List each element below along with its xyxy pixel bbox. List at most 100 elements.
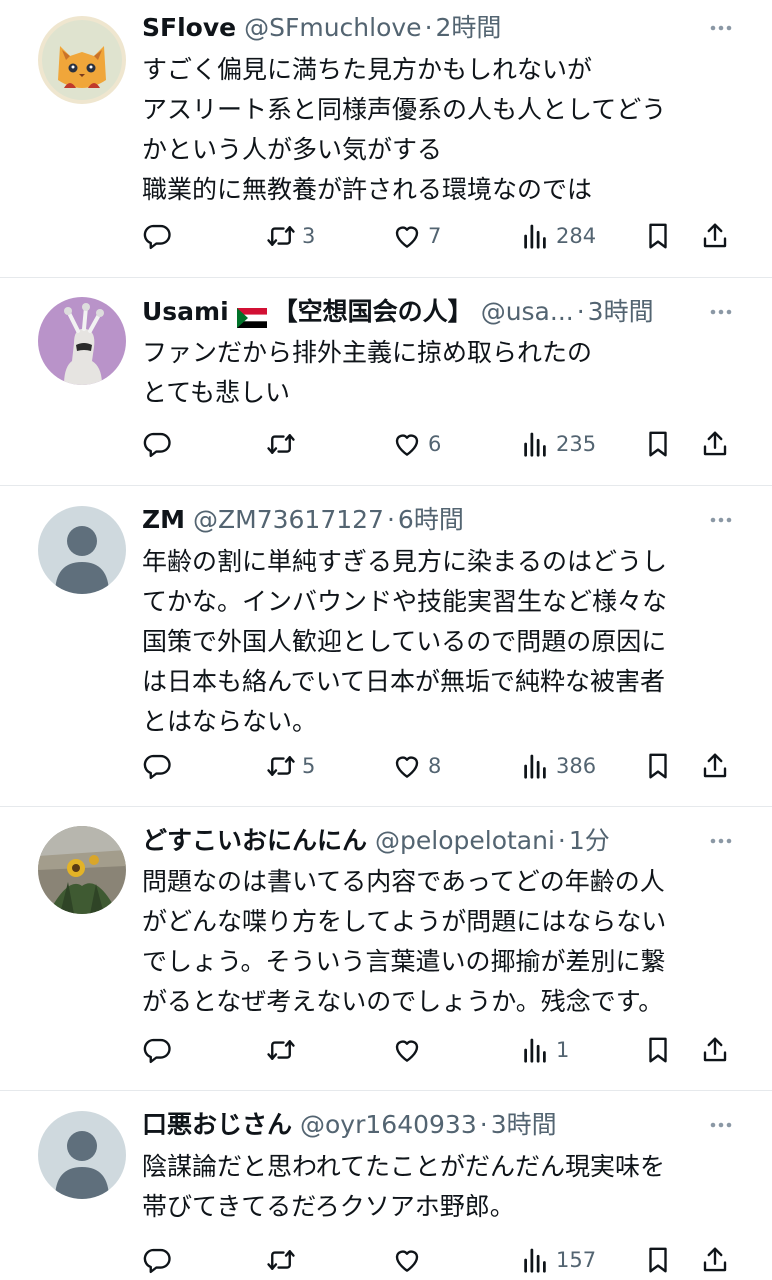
timestamp[interactable]: 1分: [569, 823, 610, 859]
bookmark-button[interactable]: [643, 1030, 673, 1070]
timestamp[interactable]: 3時間: [491, 1107, 557, 1143]
reply-button[interactable]: [142, 1030, 172, 1070]
tweet-actions: 5 8 386: [0, 746, 772, 786]
tweet-text-line: 国策で外国人歓迎としているので問題の原因に: [142, 627, 667, 656]
tweet-text-line: 職業的に無教養が許される環境なのでは: [142, 175, 593, 204]
separator-dot: ·: [576, 297, 585, 326]
more-icon[interactable]: [706, 1110, 736, 1140]
share-button[interactable]: [700, 1240, 730, 1280]
tweet-header: Usami 【空想国会の人】 @usa... · 3時間: [142, 294, 712, 330]
like-button[interactable]: 8: [392, 746, 441, 786]
timestamp[interactable]: 3時間: [588, 294, 654, 330]
views-icon: [520, 751, 550, 781]
display-name[interactable]: どすこいおにんにん: [142, 823, 367, 859]
tweet-text-line: とても悲しい: [142, 378, 291, 407]
user-handle[interactable]: @pelopelotani: [375, 823, 555, 859]
like-button[interactable]: [392, 1030, 428, 1070]
like-icon: [392, 221, 422, 251]
default-avatar[interactable]: [38, 1111, 126, 1199]
display-name[interactable]: 口悪おじさん: [142, 1107, 292, 1143]
like-button[interactable]: 6: [392, 424, 441, 464]
views-button[interactable]: 284: [520, 216, 596, 256]
bookmark-button[interactable]: [643, 216, 673, 256]
views-count: 1: [556, 1038, 570, 1062]
tweet-text-line: でしょう。そういう言葉遣いの揶揄が差別に繋: [142, 947, 666, 976]
bookmark-icon: [643, 221, 673, 251]
share-button[interactable]: [700, 216, 730, 256]
tweet-text: すごく偏見に満ちた見方かもしれないが アスリート系と同様声優系の人も人としてどうか…: [142, 50, 742, 210]
display-name[interactable]: ZM: [142, 502, 185, 538]
like-icon: [392, 1035, 422, 1065]
bookmark-button[interactable]: [643, 746, 673, 786]
retweet-button[interactable]: [266, 1240, 302, 1280]
tweet-text-line: 陰謀論だと思われてたことがだんだん現実味を: [142, 1152, 666, 1181]
share-button[interactable]: [700, 424, 730, 464]
reply-icon: [142, 1245, 172, 1275]
views-count: 157: [556, 1248, 597, 1272]
tweet-text-line: アスリート系と同様声優系の人も人としてどう: [142, 95, 667, 124]
tweet-text-line: 帯びてきてるだろクソアホ野郎。: [142, 1192, 515, 1221]
views-button[interactable]: 157: [520, 1240, 596, 1280]
tweet-divider: [0, 806, 772, 807]
reply-button[interactable]: [142, 746, 172, 786]
bookmark-button[interactable]: [643, 424, 673, 464]
tweet-header: SFlove @SFmuchlove · 2時間: [142, 10, 712, 46]
sunflower-avatar[interactable]: [38, 826, 126, 914]
like-icon: [392, 1245, 422, 1275]
views-button[interactable]: 1: [520, 1030, 569, 1070]
tweet-text-line: かという人が多い気がする: [142, 135, 443, 164]
views-icon: [520, 1035, 550, 1065]
views-button[interactable]: 386: [520, 746, 596, 786]
share-icon: [700, 1245, 730, 1275]
more-icon[interactable]: [706, 505, 736, 535]
bookmark-button[interactable]: [643, 1240, 673, 1280]
tweet-text-line: がどんな喋り方をしてようが問題にはならない: [142, 907, 667, 936]
user-handle[interactable]: @usa...: [481, 294, 574, 330]
user-handle[interactable]: @SFmuchlove: [244, 10, 421, 46]
like-icon: [392, 751, 422, 781]
separator-dot: ·: [479, 1110, 488, 1139]
like-button[interactable]: 7: [392, 216, 441, 256]
default-avatar[interactable]: [38, 506, 126, 594]
reply-button[interactable]: [142, 1240, 172, 1280]
retweet-button[interactable]: [266, 424, 302, 464]
retweet-button[interactable]: 3: [266, 216, 315, 256]
views-button[interactable]: 235: [520, 424, 596, 464]
sculpture-avatar[interactable]: [38, 297, 126, 385]
orange-cat-avatar[interactable]: [38, 16, 126, 104]
bookmark-icon: [643, 1035, 673, 1065]
retweet-button[interactable]: 5: [266, 746, 315, 786]
views-count: 386: [556, 754, 597, 778]
tweet-header: ZM @ZM73617127 · 6時間: [142, 502, 712, 538]
more-icon[interactable]: [706, 297, 736, 327]
bookmark-icon: [643, 1245, 673, 1275]
like-count: 8: [428, 754, 442, 778]
share-button[interactable]: [700, 1030, 730, 1070]
like-button[interactable]: [392, 1240, 428, 1280]
display-name[interactable]: Usami: [142, 294, 229, 330]
retweet-icon: [266, 221, 296, 251]
tweet-text-line: がるとなぜ考えないのでしょうか。残念です。: [142, 987, 664, 1016]
reply-icon: [142, 1035, 172, 1065]
views-count: 235: [556, 432, 597, 456]
display-name-suffix[interactable]: 【空想国会の人】: [273, 294, 473, 330]
tweet-actions: 6 235: [0, 424, 772, 464]
tweet-header: 口悪おじさん @oyr1640933 · 3時間: [142, 1107, 712, 1143]
retweet-button[interactable]: [266, 1030, 302, 1070]
reply-icon: [142, 429, 172, 459]
user-handle[interactable]: @ZM73617127: [193, 502, 384, 538]
bookmark-icon: [643, 751, 673, 781]
tweet-text-line: ファンだから排外主義に掠め取られたの: [142, 338, 593, 367]
separator-dot: ·: [557, 826, 566, 855]
share-button[interactable]: [700, 746, 730, 786]
tweet-text: 年齢の割に単純すぎる見方に染まるのはどうし てかな。インバウンドや技能実習生など様…: [142, 542, 742, 742]
tweet-text: ファンだから排外主義に掠め取られたの とても悲しい: [142, 333, 742, 413]
more-icon[interactable]: [706, 13, 736, 43]
timestamp[interactable]: 6時間: [398, 502, 464, 538]
reply-button[interactable]: [142, 216, 172, 256]
display-name[interactable]: SFlove: [142, 10, 236, 46]
more-icon[interactable]: [706, 826, 736, 856]
reply-button[interactable]: [142, 424, 172, 464]
timestamp[interactable]: 2時間: [436, 10, 502, 46]
user-handle[interactable]: @oyr1640933: [300, 1107, 477, 1143]
